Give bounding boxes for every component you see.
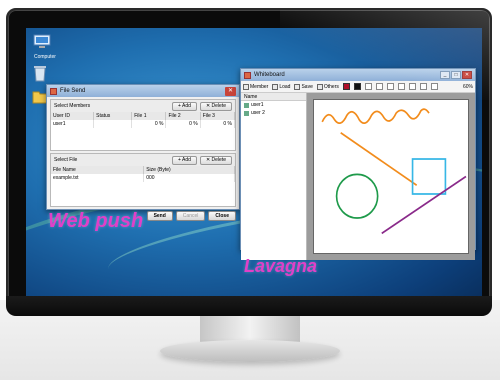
- save-icon: [294, 83, 301, 90]
- others-button[interactable]: Others: [316, 83, 339, 90]
- file-send-titlebar[interactable]: File Send ✕: [47, 85, 239, 97]
- whiteboard-body: Name user1 user 2: [241, 93, 475, 260]
- canvas-container: [307, 93, 475, 260]
- files-empty-area: [51, 182, 235, 206]
- file-send-title: File Send: [60, 88, 86, 94]
- red-color-swatch[interactable]: [342, 83, 350, 90]
- user-icon: [244, 110, 249, 116]
- members-section-label: Select Members: [54, 103, 91, 109]
- cancel-button[interactable]: Cancel: [175, 211, 206, 221]
- load-button[interactable]: Load: [272, 83, 291, 90]
- diagonal-line-stroke: [381, 175, 467, 235]
- member-icon: [243, 83, 249, 90]
- computer-icon: [33, 34, 51, 48]
- whiteboard-window[interactable]: Whiteboard _ □ ✕ Member Load Save Others…: [240, 68, 476, 260]
- eraser-tool-icon[interactable]: [408, 83, 416, 90]
- load-label: Load: [279, 83, 291, 90]
- user-list-header: Name: [241, 93, 306, 101]
- members-empty-area: [51, 128, 235, 150]
- recycle-bin-icon: [34, 66, 46, 82]
- whiteboard-app-icon: [244, 71, 251, 79]
- user-list-panel: Name user1 user 2: [241, 93, 307, 260]
- members-table-header: User ID Status File 1 File 2 File 3: [51, 112, 236, 120]
- files-header: Select File + Add ✕ Delete: [51, 154, 235, 166]
- column-header[interactable]: User ID: [51, 112, 95, 120]
- lavagna-label: Lavagna: [244, 256, 318, 276]
- desktop-screen: Computer File Send ✕ Select Members + Ad…: [26, 28, 482, 314]
- close-button[interactable]: Close: [208, 211, 236, 221]
- pen-tool-icon[interactable]: [364, 83, 372, 90]
- close-window-button[interactable]: ✕: [462, 71, 472, 79]
- whiteboard-title: Whiteboard: [254, 72, 285, 78]
- computer-desktop-icon[interactable]: Computer: [32, 34, 56, 60]
- drawing-canvas[interactable]: [313, 99, 469, 254]
- file-size-cell: 000: [143, 174, 235, 182]
- member-button[interactable]: Member: [243, 83, 269, 90]
- file2-progress-cell: 0 %: [165, 120, 201, 128]
- user-icon: [244, 102, 249, 108]
- save-label: Save: [301, 83, 313, 90]
- list-item[interactable]: user1: [241, 101, 306, 109]
- wavy-line-stroke: [321, 108, 430, 125]
- recycle-bin-desktop-icon[interactable]: [32, 64, 52, 82]
- drawing-layer: [321, 108, 467, 235]
- add-member-button[interactable]: + Add: [172, 101, 197, 111]
- file-send-window[interactable]: File Send ✕ Select Members + Add ✕ Delet…: [46, 84, 240, 221]
- user-name: user 2: [251, 110, 265, 116]
- file1-progress-cell: 0 %: [131, 120, 167, 128]
- column-header[interactable]: Size (Byte): [143, 166, 235, 174]
- add-file-button[interactable]: + Add: [172, 155, 197, 165]
- table-row[interactable]: example.txt 000: [51, 174, 235, 182]
- whiteboard-titlebar[interactable]: Whiteboard _ □ ✕: [241, 69, 475, 81]
- file-name-cell: example.txt: [51, 174, 145, 182]
- circle-tool-icon[interactable]: [397, 83, 405, 90]
- black-color-swatch[interactable]: [353, 83, 361, 90]
- delete-member-button[interactable]: ✕ Delete: [199, 101, 232, 111]
- files-table-header: File Name Size (Byte): [51, 166, 235, 174]
- whiteboard-toolbar: Member Load Save Others 60%: [241, 81, 475, 93]
- others-icon: [316, 83, 323, 90]
- user-id-cell: user1: [51, 120, 95, 128]
- members-section: Select Members + Add ✕ Delete User ID St…: [50, 99, 236, 151]
- member-label: Member: [250, 83, 269, 90]
- members-table: User ID Status File 1 File 2 File 3 user…: [51, 112, 236, 128]
- minimize-button[interactable]: _: [440, 71, 450, 79]
- file3-progress-cell: 0 %: [200, 120, 236, 128]
- web-push-label: Web push: [48, 210, 144, 232]
- monitor-frame: Computer File Send ✕ Select Members + Ad…: [6, 8, 492, 314]
- delete-file-button[interactable]: ✕ Delete: [199, 155, 232, 165]
- monitor-chin: [6, 296, 492, 316]
- line-tool-icon[interactable]: [375, 83, 383, 90]
- others-label: Others: [323, 83, 339, 90]
- save-button[interactable]: Save: [294, 83, 313, 90]
- files-table: File Name Size (Byte) example.txt 000: [51, 166, 235, 182]
- column-header[interactable]: Status: [93, 112, 133, 120]
- files-section-label: Select File: [54, 157, 78, 163]
- send-button[interactable]: Send: [146, 211, 173, 221]
- list-item[interactable]: user 2: [241, 109, 306, 117]
- close-window-button[interactable]: ✕: [225, 86, 236, 96]
- user-name: user1: [251, 102, 264, 108]
- straight-line-stroke: [340, 132, 418, 186]
- files-section: Select File + Add ✕ Delete File Name Siz…: [50, 153, 236, 207]
- file-send-app-icon: [50, 87, 57, 95]
- status-cell: [93, 120, 133, 128]
- rectangle-shape: [411, 158, 447, 195]
- maximize-button[interactable]: □: [451, 71, 461, 79]
- column-header[interactable]: File 2: [165, 112, 201, 120]
- column-header[interactable]: File 3: [200, 112, 236, 120]
- computer-icon-label: Computer: [34, 54, 56, 60]
- circle-shape: [335, 173, 379, 219]
- monitor-base: [160, 340, 340, 362]
- fill-tool-icon[interactable]: [419, 83, 427, 90]
- column-header[interactable]: File 1: [131, 112, 167, 120]
- zoom-tool-icon[interactable]: [430, 83, 438, 90]
- load-icon: [272, 83, 279, 90]
- zoom-level: 60%: [462, 83, 473, 90]
- members-header: Select Members + Add ✕ Delete: [51, 100, 235, 112]
- rectangle-tool-icon[interactable]: [386, 83, 394, 90]
- column-header[interactable]: File Name: [51, 166, 145, 174]
- table-row[interactable]: user1 0 % 0 % 0 %: [51, 120, 236, 128]
